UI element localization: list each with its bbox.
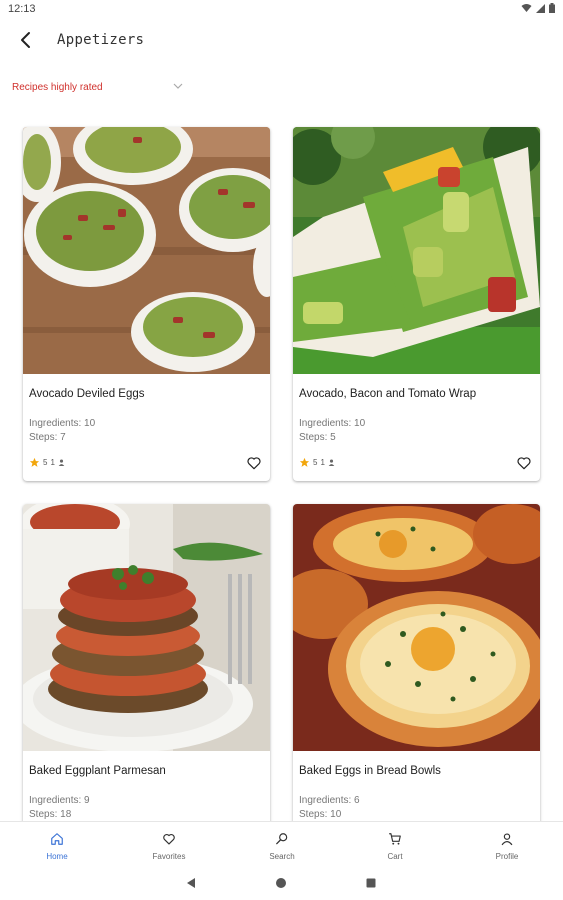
status-time: 12:13 (8, 3, 36, 15)
heart-icon (163, 833, 175, 845)
rating-count: 1 (50, 458, 55, 467)
nav-favorites[interactable]: Favorites (129, 832, 209, 861)
rating: 5 1 (29, 457, 65, 468)
app-bar: Appetizers (0, 22, 563, 58)
nav-label: Home (46, 852, 68, 861)
rating-value: 5 (313, 458, 318, 467)
bottom-navigation: Home Favorites Search Cart Profile (0, 821, 563, 866)
ingredients-count: Ingredients: 9 (29, 795, 90, 806)
nav-home[interactable]: Home (17, 832, 97, 861)
person-icon (58, 459, 65, 466)
recipe-image (23, 127, 270, 374)
battery-icon (549, 3, 555, 13)
chevron-down-icon (173, 83, 183, 89)
recipe-image (293, 127, 540, 374)
recipe-card[interactable]: Baked Eggplant Parmesan Ingredients: 9 S… (23, 504, 270, 834)
nav-search[interactable]: Search (242, 832, 322, 861)
filter-dropdown[interactable]: Recipes highly rated (12, 80, 187, 94)
recipe-image (293, 504, 540, 751)
system-back-icon[interactable] (186, 878, 196, 888)
heart-icon[interactable] (516, 455, 532, 471)
nav-profile[interactable]: Profile (467, 832, 547, 861)
nav-label: Favorites (152, 852, 186, 861)
back-arrow-icon[interactable] (14, 28, 38, 52)
home-icon (51, 833, 63, 845)
system-recents-icon[interactable] (366, 878, 376, 888)
recipe-card[interactable]: Avocado, Bacon and Tomato Wrap Ingredien… (293, 127, 540, 481)
star-icon (299, 457, 310, 467)
recipe-image (23, 504, 270, 751)
recipe-name: Avocado, Bacon and Tomato Wrap (299, 388, 477, 400)
rating: 5 1 (299, 457, 335, 468)
heart-icon[interactable] (246, 455, 262, 471)
steps-count: Steps: 10 (299, 809, 342, 820)
ingredients-count: Ingredients: 10 (29, 418, 96, 429)
steps-count: Steps: 7 (29, 432, 66, 443)
person-icon (328, 459, 335, 466)
nav-cart[interactable]: Cart (355, 832, 435, 861)
recipe-card[interactable]: Baked Eggs in Bread Bowls Ingredients: 6… (293, 504, 540, 834)
recipe-name: Avocado Deviled Eggs (29, 388, 145, 400)
steps-count: Steps: 5 (299, 432, 336, 443)
system-home-icon[interactable] (276, 878, 286, 888)
rating-count: 1 (320, 458, 325, 467)
ingredients-count: Ingredients: 10 (299, 418, 366, 429)
status-bar: 12:13 (0, 0, 563, 18)
steps-count: Steps: 18 (29, 809, 72, 820)
signal-icon (536, 4, 545, 13)
person-icon (501, 833, 513, 846)
page-title: Appetizers (57, 32, 145, 48)
recipe-name: Baked Eggplant Parmesan (29, 765, 166, 777)
nav-label: Search (269, 852, 295, 861)
wifi-icon (521, 4, 532, 12)
nav-label: Profile (495, 852, 519, 861)
status-icons (521, 3, 555, 13)
rating-value: 5 (43, 458, 48, 467)
cart-icon (389, 833, 401, 845)
star-icon (29, 457, 40, 467)
ingredients-count: Ingredients: 6 (299, 795, 360, 806)
recipe-name: Baked Eggs in Bread Bowls (299, 765, 441, 777)
recipe-card[interactable]: Avocado Deviled Eggs Ingredients: 10 Ste… (23, 127, 270, 481)
filter-label: Recipes highly rated (12, 81, 103, 93)
nav-label: Cart (387, 852, 403, 861)
system-navigation-bar (0, 866, 563, 900)
search-icon (276, 833, 288, 845)
